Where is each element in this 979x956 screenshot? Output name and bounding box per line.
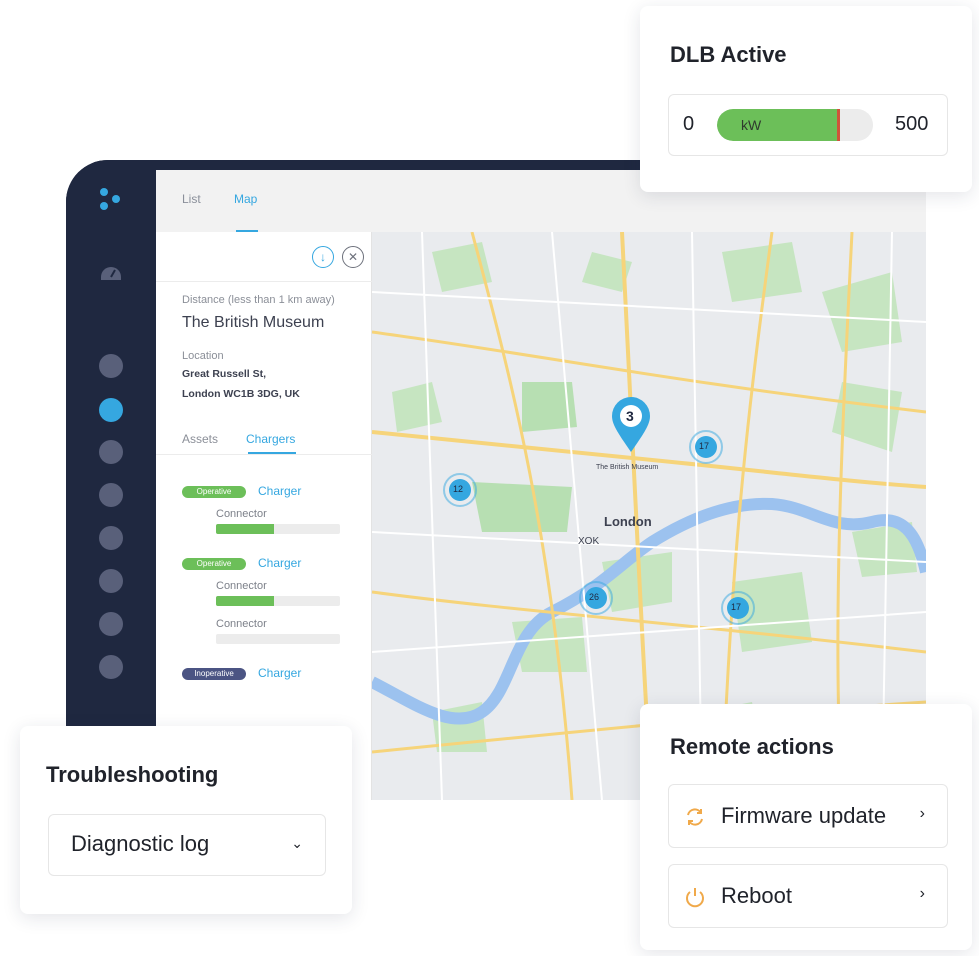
tab-assets[interactable]: Assets (182, 432, 218, 446)
dashboard-icon[interactable] (98, 260, 124, 286)
select-value: Diagnostic log (71, 831, 210, 856)
sidebar-item-5[interactable] (99, 526, 123, 550)
sidebar-item-2[interactable] (99, 398, 123, 422)
charger-link[interactable]: Charger (258, 666, 301, 680)
sidebar (66, 160, 156, 800)
connector-label: Connector (216, 508, 267, 520)
cluster-count: 17 (699, 441, 710, 451)
sidebar-item-6[interactable] (99, 569, 123, 593)
landmark-label: The British Museum (596, 464, 659, 471)
sidebar-item-4[interactable] (99, 483, 123, 507)
distance-label: Distance (less than 1 km away) (182, 294, 335, 306)
place-name: The British Museum (182, 314, 325, 331)
power-icon (686, 888, 704, 908)
landmark-small-label: XOK (578, 536, 600, 547)
city-label: London (604, 514, 652, 529)
charger-link[interactable]: Charger (258, 556, 301, 570)
remote-actions-card: Remote actions Firmware update › Reboot … (640, 704, 972, 950)
action-label: Firmware update (721, 803, 887, 828)
chevron-down-icon: ⌄ (291, 835, 303, 851)
cluster-count: 12 (453, 484, 464, 494)
dlb-unit: kW (741, 117, 762, 133)
status-badge: Operative (182, 558, 246, 570)
connector-progress (216, 524, 340, 534)
connector-label: Connector (216, 580, 267, 592)
connector-label: Connector (216, 618, 267, 630)
divider (156, 454, 372, 455)
connector-fill (216, 596, 275, 606)
navigate-icon[interactable]: ↓ (312, 246, 334, 268)
tab-map[interactable]: Map (234, 192, 257, 206)
dlb-slider[interactable]: kW (717, 109, 873, 141)
remote-actions-title: Remote actions (670, 734, 834, 759)
dlb-max: 500 (895, 113, 929, 135)
sidebar-item-8[interactable] (99, 655, 123, 679)
reboot-button[interactable]: Reboot › (668, 864, 948, 928)
logo-icon[interactable] (98, 188, 124, 214)
charger-link[interactable]: Charger (258, 484, 301, 498)
dlb-marker[interactable] (837, 109, 840, 141)
panel-toolbar: ↓ ✕ (156, 232, 372, 282)
diagnostic-select[interactable]: Diagnostic log ⌄ (48, 814, 326, 876)
sidebar-item-1[interactable] (99, 354, 123, 378)
address-line-1: Great Russell St, (182, 368, 267, 380)
dlb-card: DLB Active 0 kW 500 (640, 6, 972, 192)
dlb-min: 0 (683, 113, 695, 135)
tab-chargers[interactable]: Chargers (246, 432, 295, 446)
stage: List Map ↓ ✕ Distance (less than 1 km aw… (0, 0, 979, 956)
sidebar-item-7[interactable] (99, 612, 123, 636)
connector-progress (216, 596, 340, 606)
dlb-title: DLB Active (670, 42, 787, 67)
dlb-fill (717, 109, 839, 141)
sidebar-item-3[interactable] (99, 440, 123, 464)
location-label: Location (182, 350, 224, 362)
chevron-right-icon: › (919, 805, 925, 822)
action-label: Reboot (721, 883, 792, 908)
pin-count: 3 (626, 408, 634, 424)
connector-fill (216, 524, 275, 534)
status-badge: Operative (182, 486, 246, 498)
firmware-update-button[interactable]: Firmware update › (668, 784, 948, 848)
troubleshooting-title: Troubleshooting (46, 762, 219, 787)
dlb-slider-box: 0 kW 500 (668, 94, 948, 156)
address-line-2: London WC1B 3DG, UK (182, 388, 300, 400)
location-panel: ↓ ✕ Distance (less than 1 km away) The B… (156, 232, 372, 800)
refresh-icon (687, 808, 703, 826)
location-pin-icon[interactable] (612, 397, 650, 452)
connector-progress (216, 634, 340, 644)
chevron-right-icon: › (919, 885, 925, 902)
cluster-count: 26 (589, 592, 600, 602)
cluster-count: 17 (731, 602, 742, 612)
troubleshooting-card: Troubleshooting Diagnostic log ⌄ (20, 726, 352, 914)
tab-list[interactable]: List (182, 192, 201, 206)
status-badge: Inoperative (182, 668, 246, 680)
close-icon[interactable]: ✕ (342, 246, 364, 268)
